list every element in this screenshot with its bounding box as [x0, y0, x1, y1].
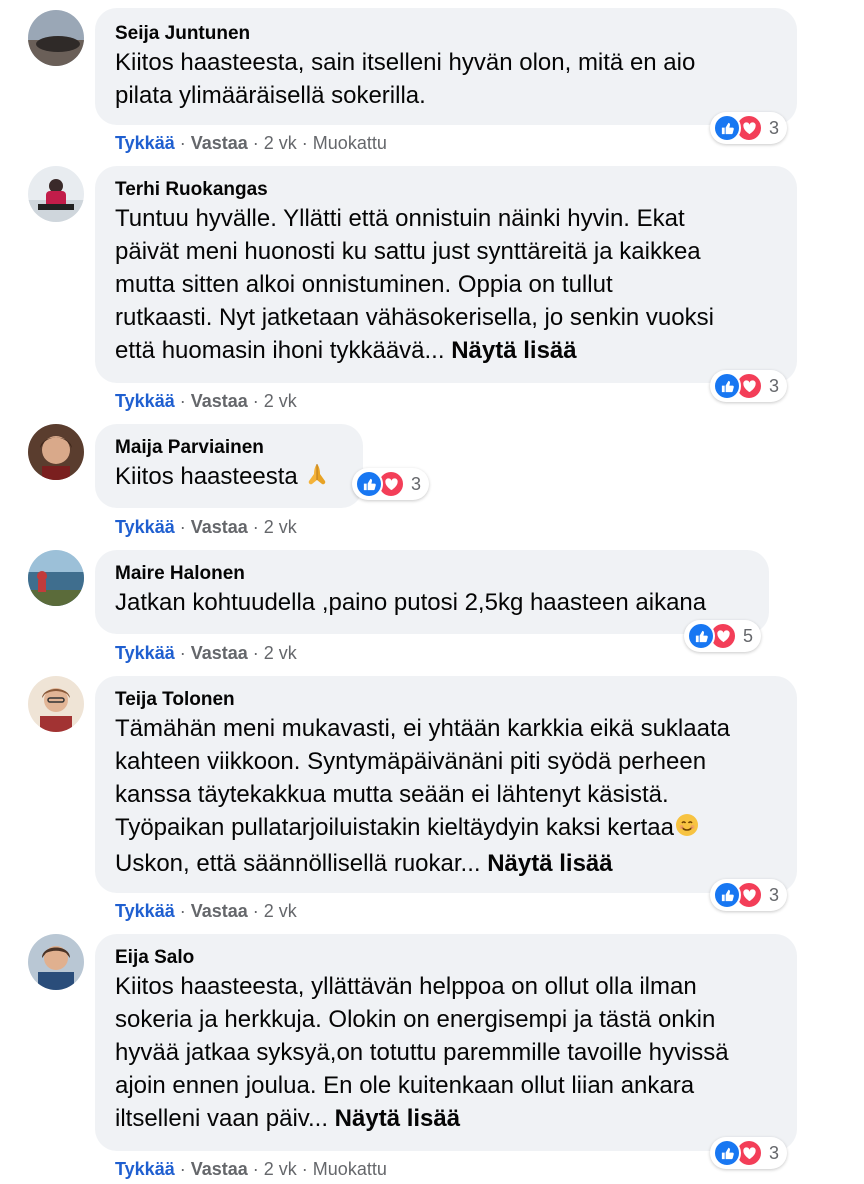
separator: · — [252, 391, 259, 411]
comment-text: Kiitos haasteesta, yllättävän helppoa on… — [115, 970, 777, 1135]
reactions-badge[interactable]: 5 — [684, 620, 762, 652]
like-link[interactable]: Tykkää — [115, 133, 175, 153]
show-more-link[interactable]: Näytä lisää — [487, 850, 612, 877]
comment-author[interactable]: Eija Salo — [115, 946, 777, 970]
reaction-count: 3 — [769, 1142, 780, 1163]
like-reaction-icon — [713, 881, 741, 909]
comment-actions: Tykkää · Vastaa · 2 vk — [115, 390, 297, 412]
comment-actions: Tykkää · Vastaa · 2 vk — [115, 900, 297, 922]
comment-text-end: Uskon, että säännöllisellä ruokar... — [115, 850, 481, 877]
comment-bubble: Maija Parviainen Kiitos haasteesta — [95, 424, 363, 508]
like-reaction-icon — [713, 1139, 741, 1167]
like-link[interactable]: Tykkää — [115, 643, 175, 663]
like-reaction-icon — [355, 470, 383, 498]
show-more-link[interactable]: Näytä lisää — [451, 337, 576, 364]
comment-time[interactable]: 2 vk — [264, 643, 297, 663]
comment-author[interactable]: Maija Parviainen — [115, 436, 343, 460]
reply-link[interactable]: Vastaa — [191, 1159, 248, 1179]
comment-bubble: Maire Halonen Jatkan kohtuudella ,paino … — [95, 550, 769, 634]
avatar[interactable] — [28, 934, 84, 990]
like-link[interactable]: Tykkää — [115, 517, 175, 537]
like-link[interactable]: Tykkää — [115, 391, 175, 411]
avatar[interactable] — [28, 10, 84, 66]
comment-actions: Tykkää · Vastaa · 2 vk · Muokattu — [115, 132, 387, 154]
comment-bubble: Eija Salo Kiitos haasteesta, yllättävän … — [95, 934, 797, 1151]
comment-actions: Tykkää · Vastaa · 2 vk — [115, 516, 297, 538]
edited-label: Muokattu — [312, 1159, 387, 1179]
reactions-badge[interactable]: 3 — [710, 370, 788, 402]
separator: · — [179, 901, 186, 921]
comment-author[interactable]: Terhi Ruokangas — [115, 178, 777, 202]
show-more-link[interactable]: Näytä lisää — [335, 1105, 460, 1132]
reaction-count: 5 — [743, 625, 754, 646]
smiling-face-emoji — [674, 812, 700, 847]
comment-text: Tuntuu hyvälle. Yllätti että onnistuin n… — [115, 202, 777, 367]
separator: · — [301, 1159, 308, 1179]
avatar[interactable] — [28, 676, 84, 732]
reactions-badge[interactable]: 3 — [352, 468, 430, 500]
comment-text: Tämähän meni mukavasti, ei yhtään karkki… — [115, 712, 777, 880]
separator: · — [252, 643, 259, 663]
comment-bubble: Seija Juntunen Kiitos haasteesta, sain i… — [95, 8, 797, 125]
comment-text: Kiitos haasteesta — [115, 460, 343, 496]
comment-actions: Tykkää · Vastaa · 2 vk — [115, 642, 297, 664]
reply-link[interactable]: Vastaa — [191, 643, 248, 663]
avatar[interactable] — [28, 166, 84, 222]
reply-link[interactable]: Vastaa — [191, 517, 248, 537]
comment-text: Kiitos haasteesta, sain itselleni hyvän … — [115, 49, 696, 109]
comment-author[interactable]: Seija Juntunen — [115, 22, 777, 46]
separator: · — [252, 133, 259, 153]
separator: · — [252, 901, 259, 921]
reactions-badge[interactable]: 3 — [710, 879, 788, 911]
separator: · — [301, 133, 308, 153]
folded-hands-emoji — [304, 461, 330, 496]
comment-bubble: Terhi Ruokangas Tuntuu hyvälle. Yllätti … — [95, 166, 797, 383]
separator: · — [179, 391, 186, 411]
separator: · — [252, 517, 259, 537]
reaction-count: 3 — [411, 473, 422, 494]
reply-link[interactable]: Vastaa — [191, 901, 248, 921]
comment-actions: Tykkää · Vastaa · 2 vk · Muokattu — [115, 1158, 387, 1180]
comment-author[interactable]: Maire Halonen — [115, 562, 749, 586]
avatar[interactable] — [28, 424, 84, 480]
separator: · — [179, 133, 186, 153]
separator: · — [179, 643, 186, 663]
separator: · — [252, 1159, 259, 1179]
reply-link[interactable]: Vastaa — [191, 133, 248, 153]
avatar[interactable] — [28, 550, 84, 606]
comment-text-body: Kiitos haasteesta — [115, 463, 298, 490]
like-link[interactable]: Tykkää — [115, 901, 175, 921]
separator: · — [179, 1159, 186, 1179]
comment-text-body: Tämähän meni mukavasti, ei yhtään karkki… — [115, 715, 730, 841]
reaction-count: 3 — [769, 884, 780, 905]
like-link[interactable]: Tykkää — [115, 1159, 175, 1179]
comment-text-body: Tuntuu hyvälle. Yllätti että onnistuin n… — [115, 205, 714, 364]
reaction-count: 3 — [769, 117, 780, 138]
edited-label: Muokattu — [312, 133, 387, 153]
like-reaction-icon — [713, 372, 741, 400]
comment-text: Jatkan kohtuudella ,paino putosi 2,5kg h… — [115, 589, 707, 616]
like-reaction-icon — [713, 114, 741, 142]
comment-time[interactable]: 2 vk — [264, 517, 297, 537]
reactions-badge[interactable]: 3 — [710, 1137, 788, 1169]
comment-time[interactable]: 2 vk — [264, 391, 297, 411]
comment-author[interactable]: Teija Tolonen — [115, 688, 777, 712]
comment-time[interactable]: 2 vk — [264, 133, 297, 153]
like-reaction-icon — [687, 622, 715, 650]
reaction-count: 3 — [769, 375, 780, 396]
comment-time[interactable]: 2 vk — [264, 1159, 297, 1179]
reactions-badge[interactable]: 3 — [710, 112, 788, 144]
comment-time[interactable]: 2 vk — [264, 901, 297, 921]
separator: · — [179, 517, 186, 537]
comment-bubble: Teija Tolonen Tämähän meni mukavasti, ei… — [95, 676, 797, 893]
reply-link[interactable]: Vastaa — [191, 391, 248, 411]
